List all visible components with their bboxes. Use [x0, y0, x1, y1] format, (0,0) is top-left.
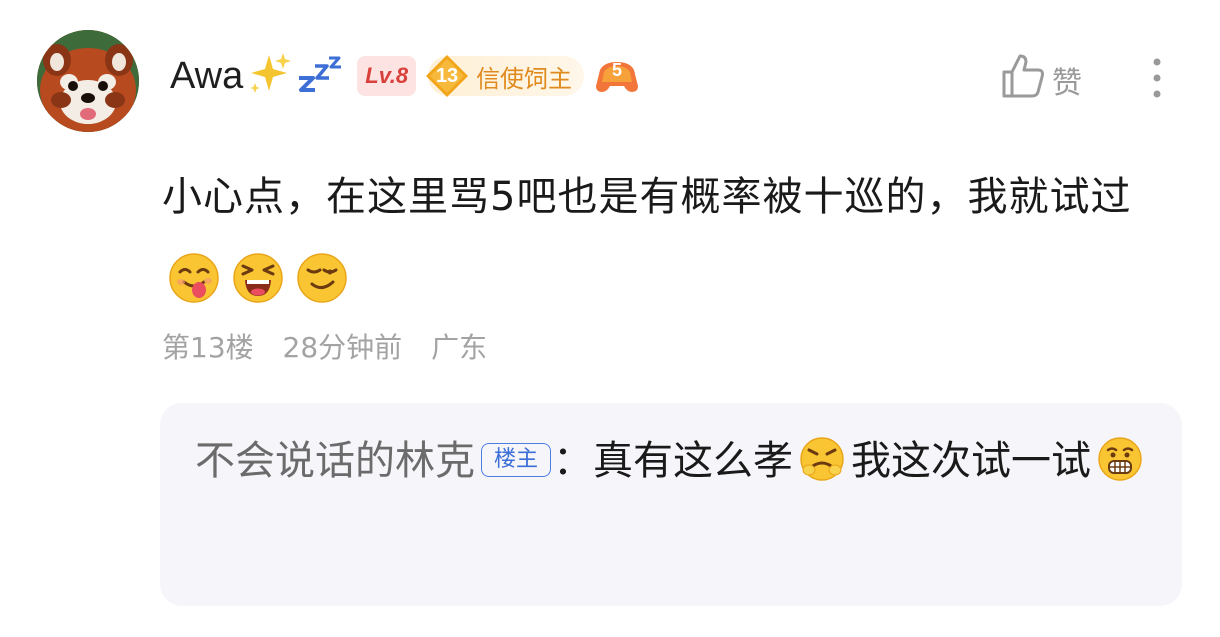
reply-content: 不会说话的林克 楼主 ：真有这么孝 我这次试一试: [195, 421, 1155, 509]
like-label: 赞: [1052, 66, 1082, 101]
reply-author[interactable]: 不会说话的林克: [195, 438, 475, 484]
fan-level-diamond-icon: 13: [424, 53, 470, 99]
comment-card: Awa Lv.8 13 信使饲主 5 赞 小心点，在这里骂5吧也是有概率被十巡的…: [0, 0, 1220, 637]
sleeping-zzz-icon: [297, 54, 345, 98]
reply-text-part1: 真有这么孝: [593, 438, 794, 484]
reply-separator: ：: [553, 438, 594, 484]
fan-title: 信使饲主: [476, 64, 573, 93]
frustrated-face-emoji: [799, 429, 845, 509]
username[interactable]: Awa: [170, 50, 243, 102]
location: 广东: [431, 331, 488, 364]
smirk-face-emoji: [296, 249, 348, 333]
red-panda-avatar-icon: [37, 30, 139, 132]
avatar[interactable]: [37, 30, 139, 132]
comment-meta: 第13楼 28分钟前 广东: [162, 326, 507, 366]
sparkles-icon: [247, 51, 293, 101]
laughing-face-emoji: [232, 249, 284, 333]
more-options-button[interactable]: [1145, 56, 1169, 102]
post-time: 28分钟前: [282, 331, 403, 364]
level-badge: Lv.8: [357, 56, 417, 96]
comment-text: 小心点，在这里骂5吧也是有概率被十巡的，我就试过: [162, 174, 1132, 220]
reply-text-part2: 我这次试一试: [851, 438, 1092, 484]
more-vertical-icon: [1153, 58, 1161, 98]
fan-level: 13: [435, 64, 459, 87]
grimace-face-emoji: [1097, 429, 1143, 509]
fan-title-badge[interactable]: 13 信使饲主: [426, 55, 585, 97]
tongue-face-emoji: [168, 249, 220, 333]
game-controller-icon: 5: [594, 56, 640, 96]
op-tag: 楼主: [481, 443, 552, 477]
like-button[interactable]: 赞: [1000, 52, 1082, 108]
reply-preview[interactable]: 不会说话的林克 楼主 ：真有这么孝 我这次试一试: [160, 403, 1182, 606]
comment-header: Awa Lv.8 13 信使饲主 5: [170, 50, 640, 102]
thumbs-up-icon: [1000, 52, 1046, 108]
comment-content: 小心点，在这里骂5吧也是有概率被十巡的，我就试过: [162, 155, 1192, 333]
game-badge-number: 5: [612, 60, 623, 80]
floor-number: 第13楼: [162, 331, 254, 364]
